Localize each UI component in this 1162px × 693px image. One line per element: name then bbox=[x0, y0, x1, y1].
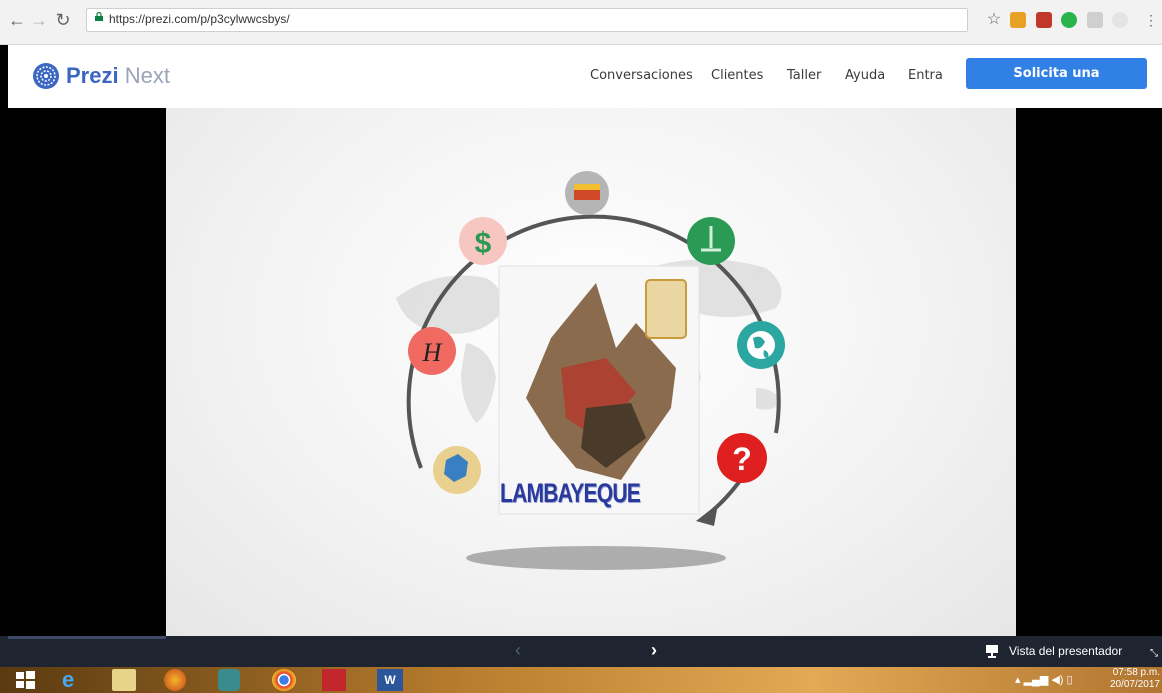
clock-time: 07:58 p.m. bbox=[1112, 667, 1160, 678]
browser-toolbar: ← → ↻ https://prezi.com/p/p3cylwwcsbys/ … bbox=[0, 0, 1162, 45]
flag-icon[interactable] bbox=[565, 171, 609, 215]
nav-clientes[interactable]: Clientes bbox=[711, 68, 763, 83]
slide-graphic: ? H $ bbox=[396, 171, 785, 570]
site-header: Prezi Next Conversaciones Clientes Talle… bbox=[8, 45, 1162, 112]
slide-title: LAMBAYEQUE bbox=[500, 478, 641, 508]
extension-icon[interactable] bbox=[1112, 12, 1128, 28]
next-slide-button[interactable]: › bbox=[651, 640, 657, 661]
presenter-view-icon[interactable] bbox=[985, 644, 999, 658]
lock-icon bbox=[95, 12, 103, 21]
globe-icon[interactable] bbox=[737, 321, 785, 369]
dollar-icon[interactable]: $ bbox=[459, 217, 507, 265]
logo-product: Next bbox=[124, 63, 170, 88]
history-icon[interactable]: H bbox=[408, 327, 456, 375]
history-symbol: H bbox=[422, 338, 443, 367]
address-bar[interactable]: https://prezi.com/p/p3cylwwcsbys/ bbox=[86, 8, 968, 32]
shadow bbox=[466, 546, 726, 570]
file-explorer-icon[interactable] bbox=[112, 669, 136, 691]
bookmark-star-icon[interactable]: ☆ bbox=[983, 9, 1005, 31]
question-symbol: ? bbox=[732, 441, 752, 477]
fullscreen-icon[interactable]: ⤡ bbox=[1150, 648, 1158, 659]
presenter-controls: ‹ › Vista del presentador ⤡ bbox=[0, 636, 1162, 667]
adobe-reader-icon[interactable] bbox=[322, 669, 346, 691]
map-icon[interactable] bbox=[433, 446, 481, 494]
nav-taller[interactable]: Taller bbox=[787, 68, 821, 83]
extension-icon[interactable] bbox=[1010, 12, 1026, 28]
extension-icon[interactable] bbox=[1036, 12, 1052, 28]
clock-date: 20/07/2017 bbox=[1109, 679, 1160, 690]
dollar-symbol: $ bbox=[475, 227, 492, 260]
question-icon[interactable]: ? bbox=[717, 433, 767, 483]
previous-slide-button[interactable]: ‹ bbox=[515, 640, 521, 661]
progress-bar bbox=[8, 636, 166, 639]
back-arrow-icon[interactable]: ← bbox=[6, 9, 28, 31]
logo-brand: Prezi bbox=[66, 63, 119, 88]
url-text: https://prezi.com/p/p3cylwwcsbys/ bbox=[109, 12, 290, 26]
slide[interactable]: ? H $ LAMBAYEQUE bbox=[166, 108, 1016, 636]
reload-icon[interactable]: ↻ bbox=[52, 9, 74, 31]
system-tray[interactable]: ▴ ▂▄▆ ◀) ▯ bbox=[1015, 673, 1073, 686]
taskbar: e W ▴ ▂▄▆ ◀) ▯ 07:58 p.m. 20/07/2017 bbox=[0, 667, 1162, 693]
presentation-stage: ? H $ LAMBAYEQUE bbox=[8, 108, 1162, 636]
request-demo-button[interactable]: Solicita una demostración bbox=[966, 58, 1147, 112]
chrome-icon[interactable] bbox=[272, 669, 296, 691]
extension-icon[interactable] bbox=[1087, 12, 1103, 28]
windows-start-icon[interactable] bbox=[14, 669, 36, 691]
clock[interactable]: 07:58 p.m. 20/07/2017 bbox=[1105, 667, 1160, 691]
menu-dots-icon[interactable]: ⋮ bbox=[1140, 9, 1162, 31]
check-extension-icon[interactable] bbox=[1061, 12, 1077, 28]
nav-ayuda[interactable]: Ayuda bbox=[845, 68, 885, 83]
presenter-view-label[interactable]: Vista del presentador bbox=[1009, 644, 1122, 658]
water-fountain-icon[interactable] bbox=[687, 217, 735, 265]
nav-entra[interactable]: Entra bbox=[908, 68, 943, 83]
internet-explorer-icon[interactable]: e bbox=[62, 669, 92, 691]
nav-conversaciones[interactable]: Conversaciones bbox=[590, 68, 693, 83]
forward-arrow-icon[interactable]: → bbox=[28, 9, 50, 31]
firefox-icon[interactable] bbox=[164, 669, 186, 691]
prezi-logo-icon bbox=[33, 63, 59, 89]
app-icon[interactable] bbox=[218, 669, 240, 691]
word-icon[interactable]: W bbox=[377, 669, 403, 691]
coat-of-arms-icon bbox=[645, 279, 687, 339]
